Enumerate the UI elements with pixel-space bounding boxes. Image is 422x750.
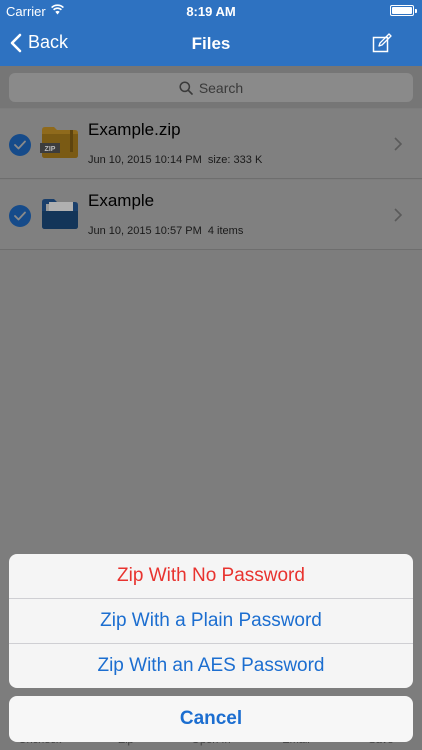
search-bar: Search	[0, 66, 422, 108]
zip-file-icon: ZIP	[40, 121, 80, 166]
zip-aes-password-button[interactable]: Zip With an AES Password	[9, 644, 413, 688]
search-input[interactable]: Search	[9, 73, 413, 102]
checkmark-icon[interactable]	[9, 205, 31, 227]
list-item[interactable]: Example Jun 10, 2015 10:57 PM 4 items	[0, 180, 422, 250]
compose-button[interactable]	[372, 33, 392, 58]
chevron-right-icon	[394, 208, 403, 227]
clock: 8:19 AM	[186, 4, 236, 19]
zip-badge-label: ZIP	[45, 146, 56, 153]
checkmark-icon[interactable]	[9, 134, 31, 156]
battery-icon	[390, 5, 417, 16]
search-icon	[179, 80, 193, 95]
cancel-button[interactable]: Cancel	[9, 696, 413, 742]
zip-no-password-button[interactable]: Zip With No Password	[9, 554, 413, 598]
search-placeholder: Search	[198, 79, 244, 96]
back-button-label: Back	[28, 32, 69, 52]
action-sheet: Zip With No Password Zip With a Plain Pa…	[9, 554, 413, 688]
compose-icon	[372, 33, 392, 53]
back-button[interactable]: Back	[10, 32, 68, 53]
list-item[interactable]: ZIP Example.zip Jun 10, 2015 10:14 PM si…	[0, 109, 422, 179]
navigation-bar: Back Files	[0, 22, 422, 66]
file-meta: Jun 10, 2015 10:57 PM 4 items	[88, 225, 244, 237]
status-bar: Carrier 8:19 AM	[0, 0, 422, 22]
file-name: Example.zip	[88, 120, 181, 139]
zip-plain-password-button[interactable]: Zip With a Plain Password	[9, 599, 413, 643]
chevron-left-icon	[10, 33, 22, 52]
folder-icon	[40, 192, 80, 237]
file-meta: Jun 10, 2015 10:14 PM size: 333 K	[88, 154, 263, 166]
file-name: Example	[88, 191, 155, 210]
chevron-right-icon	[394, 137, 403, 156]
